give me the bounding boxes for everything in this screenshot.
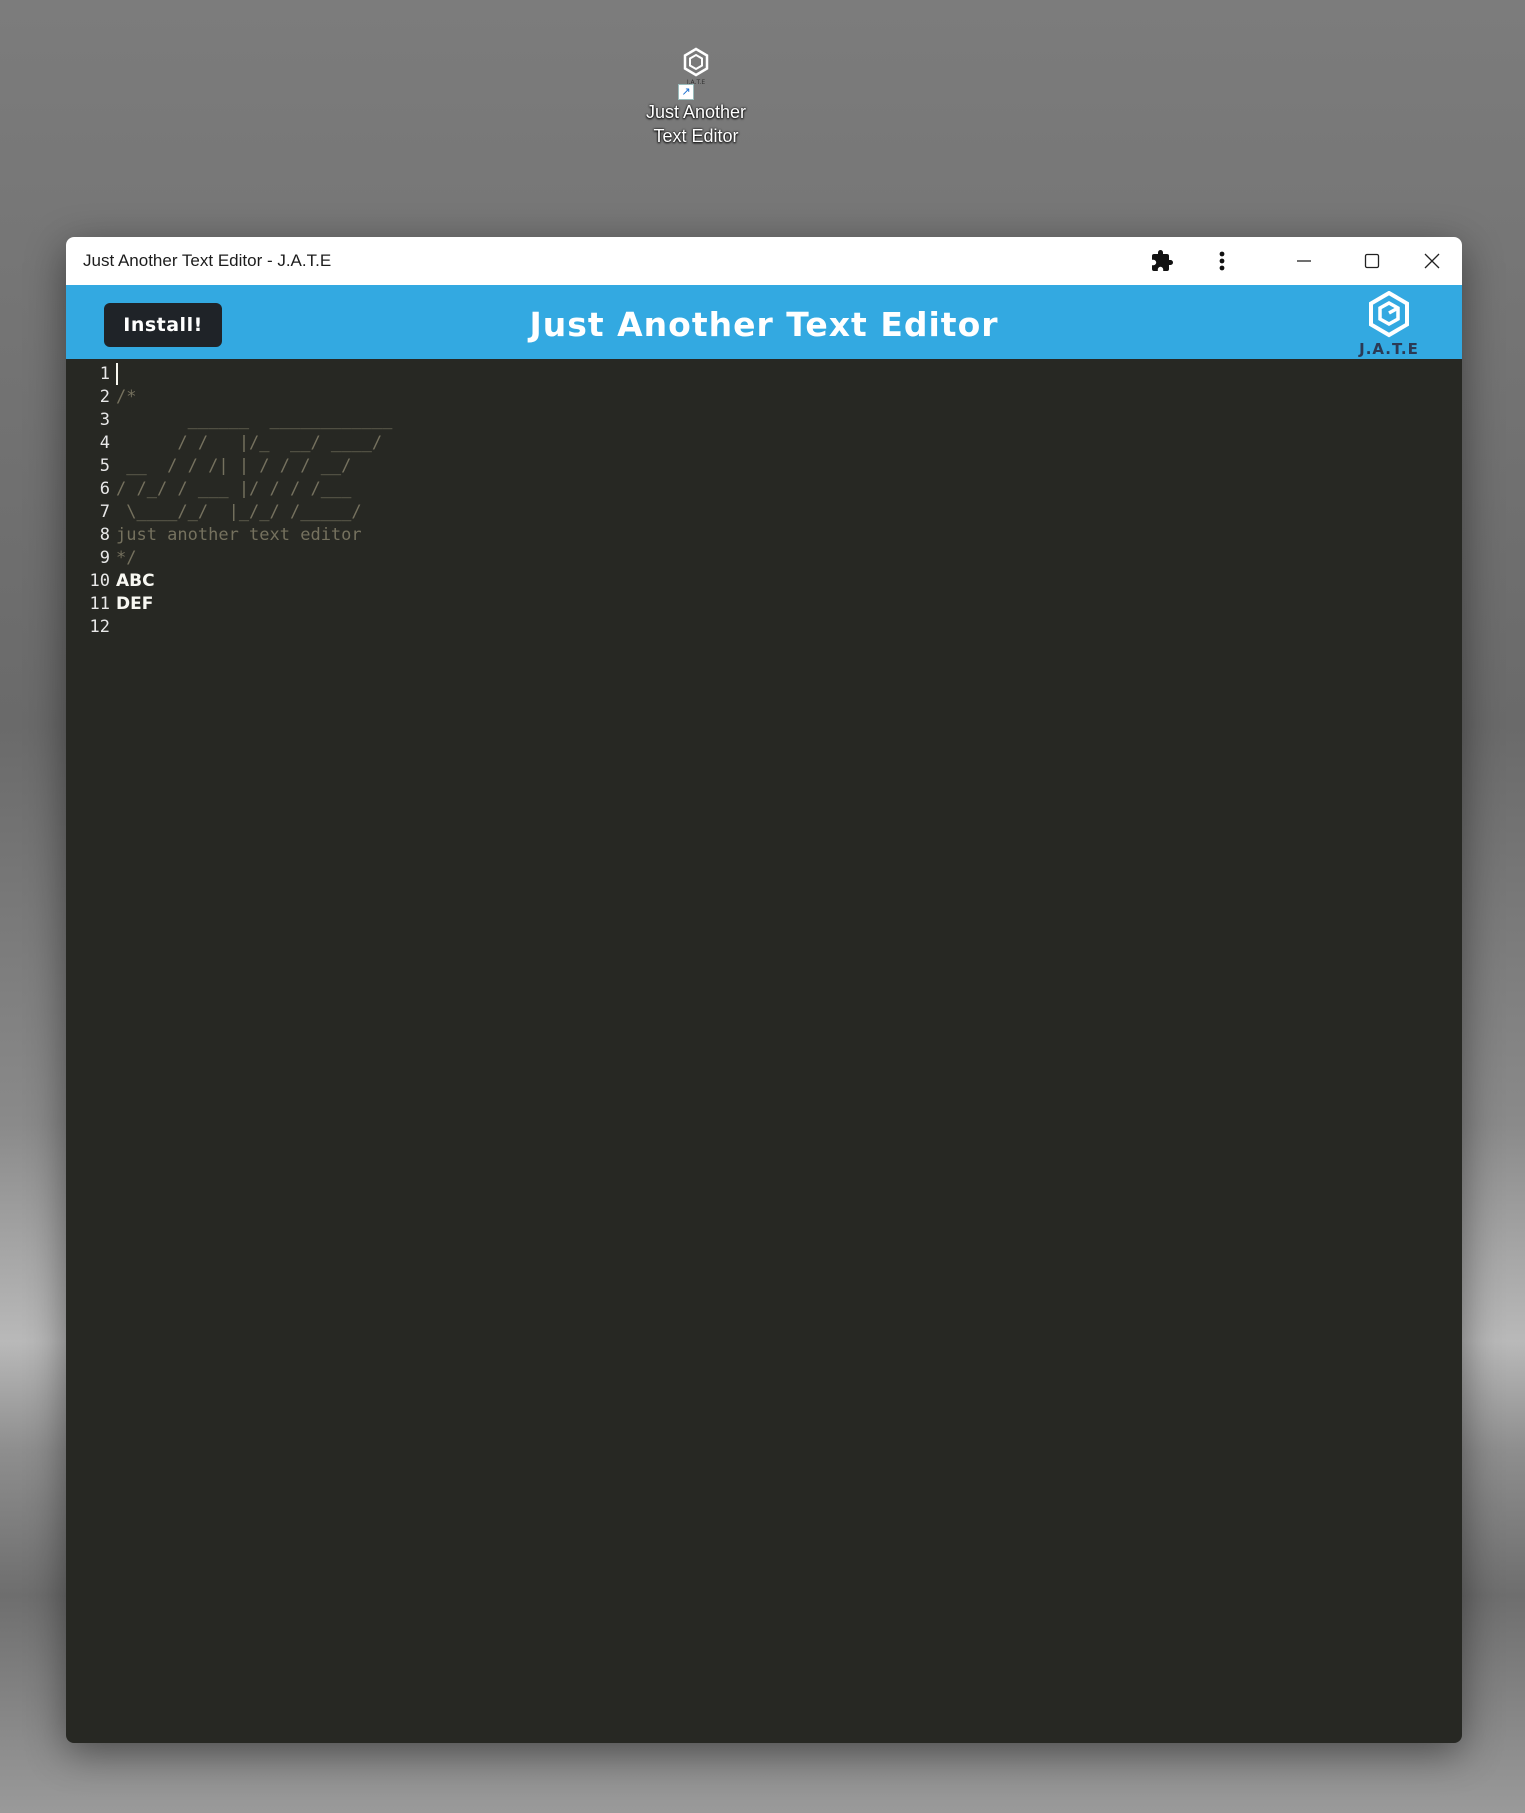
line-number: 6 <box>99 479 110 499</box>
code-content[interactable]: /* ______ ____________ / / |/_ __/ ____/… <box>116 363 392 639</box>
app-title: Just Another Text Editor <box>529 305 999 344</box>
line-number: 7 <box>99 502 110 522</box>
code-line-9[interactable]: */ <box>116 547 392 570</box>
code-line-3[interactable]: ______ ____________ <box>116 409 393 432</box>
text-cursor <box>116 363 118 385</box>
line-number: 11 <box>89 594 110 614</box>
shortcut-label-line1: Just Another <box>645 102 747 122</box>
jate-logo-icon: J.A.T.E ↗ <box>676 46 716 100</box>
code-line-11[interactable]: DEF <box>116 593 392 616</box>
shortcut-label: Just Another Text Editor <box>636 100 756 148</box>
line-number: 2 <box>99 387 110 407</box>
code-line-10[interactable]: ABC <box>116 570 392 593</box>
close-icon[interactable] <box>1402 237 1462 285</box>
code-line-5[interactable]: __ / / /| | / / / __/ <box>116 455 392 478</box>
title-bar[interactable]: Just Another Text Editor - J.A.T.E <box>66 237 1462 285</box>
line-number: 3 <box>99 410 110 430</box>
jate-logo-icon: J.A.T.E <box>1354 290 1424 358</box>
desktop-shortcut-jate[interactable]: J.A.T.E ↗ Just Another Text Editor <box>636 46 756 148</box>
line-number: 1 <box>99 364 110 384</box>
shortcut-arrow-icon: ↗ <box>678 84 694 100</box>
line-number-gutter: 1 2 3 4 5 6 7 8 9 10 11 12 <box>66 363 110 639</box>
line-number: 8 <box>99 525 110 545</box>
code-line-6[interactable]: / /_/ / ___ |/ / / /___ <box>116 478 392 501</box>
window-title: Just Another Text Editor - J.A.T.E <box>83 251 332 270</box>
line-number: 9 <box>99 548 110 568</box>
shortcut-label-line2: Text Editor <box>653 126 739 146</box>
code-line-1[interactable] <box>116 363 392 386</box>
line-number: 12 <box>89 617 110 637</box>
line-number: 10 <box>89 571 110 591</box>
app-header: Install! Just Another Text Editor J.A.T.… <box>66 285 1462 359</box>
maximize-icon[interactable] <box>1342 237 1402 285</box>
code-line-2[interactable]: /* <box>116 386 392 409</box>
code-line-12[interactable] <box>116 616 392 639</box>
line-number: 5 <box>99 456 110 476</box>
minimize-icon[interactable] <box>1274 237 1334 285</box>
code-line-4[interactable]: / / |/_ __/ ____/ <box>116 432 392 455</box>
line-number: 4 <box>99 433 110 453</box>
code-line-7[interactable]: \____/_/ |_/_/ /_____/ <box>116 501 392 524</box>
extensions-icon[interactable] <box>1142 237 1182 285</box>
header-logo-text: J.A.T.E <box>1358 340 1419 357</box>
code-editor[interactable]: 1 2 3 4 5 6 7 8 9 10 11 12 /* ______ ___… <box>66 359 1462 1743</box>
app-window: Just Another Text Editor - J.A.T.E Insta… <box>66 237 1462 1743</box>
code-line-8[interactable]: just another text editor <box>116 524 392 547</box>
more-menu-icon[interactable] <box>1202 237 1242 285</box>
